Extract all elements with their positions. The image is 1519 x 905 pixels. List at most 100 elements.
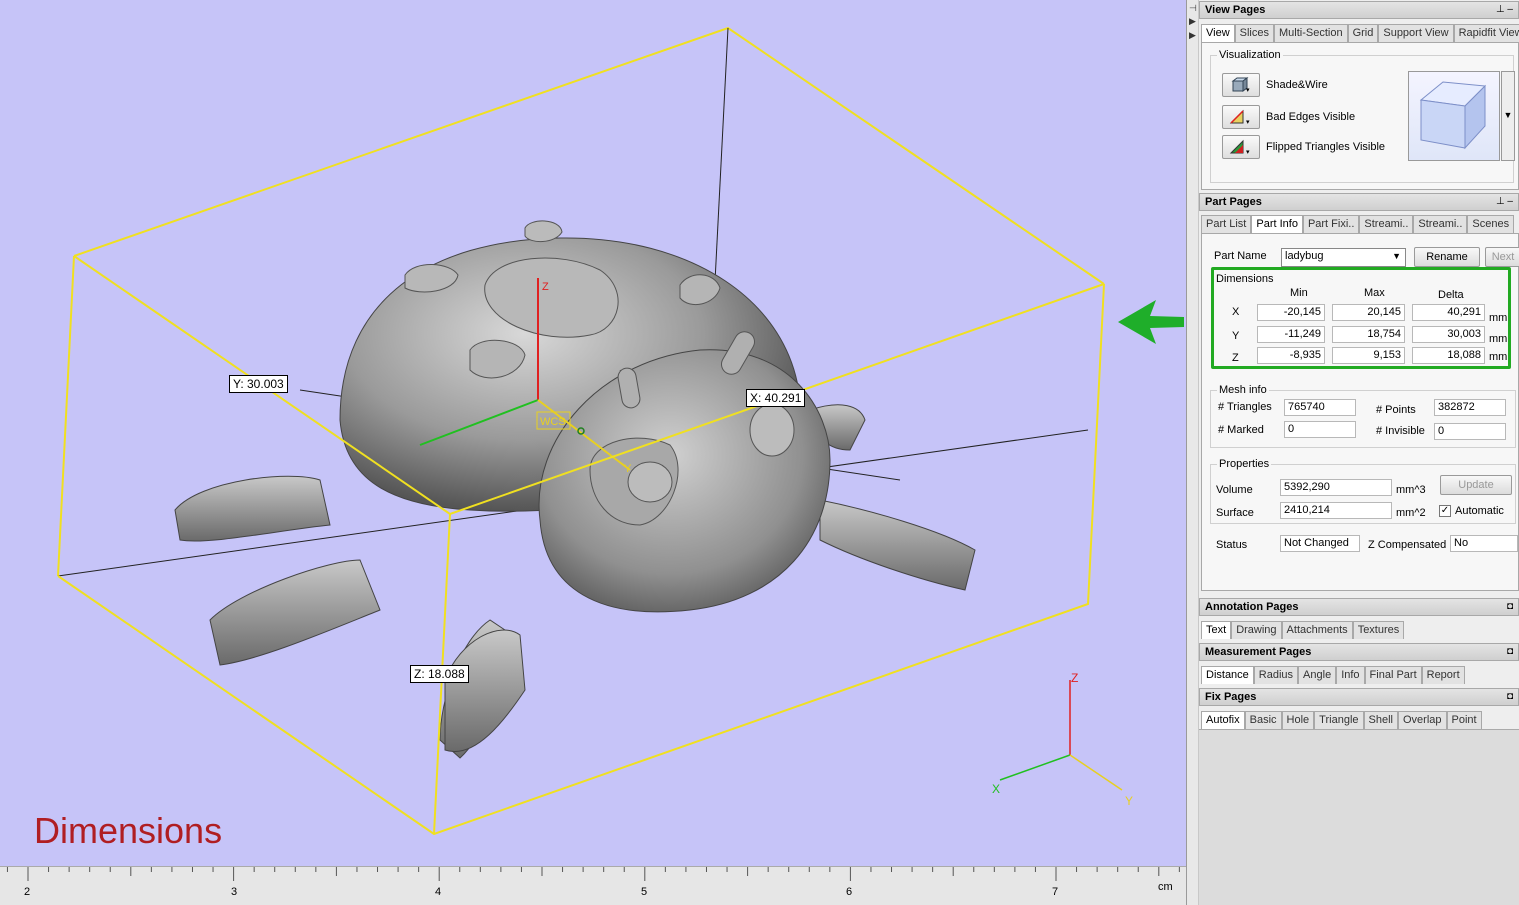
arrow-right-icon[interactable]: ▶	[1189, 16, 1196, 27]
restore-icon[interactable]: ◘	[1507, 691, 1513, 702]
view-dropdown-button[interactable]: ▼	[1501, 71, 1515, 161]
fix-pages-title: Fix Pages	[1205, 691, 1257, 703]
svg-text:Y: Y	[1125, 794, 1133, 808]
tab-part-fixing[interactable]: Part Fixi..	[1302, 215, 1360, 233]
restore-icon[interactable]: ◘	[1507, 646, 1513, 657]
tab-final-part[interactable]: Final Part	[1364, 666, 1422, 684]
pin-icon[interactable]: ⊥ –	[1496, 4, 1513, 15]
bad-edges-label: Bad Edges Visible	[1266, 111, 1356, 123]
dim-x-delta: 40,291	[1412, 304, 1485, 321]
part-name-value: ladybug	[1285, 250, 1324, 262]
part-name-select[interactable]: ladybug ▼	[1281, 248, 1406, 267]
tab-info[interactable]: Info	[1336, 666, 1365, 684]
overlay-title: Dimensions	[34, 810, 223, 851]
tab-scenes[interactable]: Scenes	[1467, 215, 1515, 233]
volume-value: 5392,290	[1280, 479, 1392, 496]
dim-z-min: -8,935	[1257, 347, 1325, 364]
view-pages-header[interactable]: View Pages ⊥ –	[1199, 1, 1519, 19]
max-header: Max	[1364, 287, 1385, 299]
3d-viewport[interactable]: Z Y WCS Z X Y Y: 30.003 X: 40.291 Z: 18.…	[0, 0, 1186, 905]
tab-slices[interactable]: Slices	[1234, 24, 1274, 42]
dim-row-axis: Z	[1232, 352, 1239, 364]
part-pages-header[interactable]: Part Pages ⊥ –	[1199, 193, 1519, 211]
fix-pages-tabs: Autofix Basic Hole Triangle Shell Overla…	[1201, 711, 1482, 729]
tab-hole[interactable]: Hole	[1281, 711, 1315, 729]
update-button[interactable]: Update	[1440, 475, 1512, 495]
points-value: 382872	[1434, 399, 1506, 416]
tab-text[interactable]: Text	[1201, 621, 1232, 639]
marked-value: 0	[1284, 421, 1356, 438]
dim-z-max: 9,153	[1332, 347, 1405, 364]
tab-streamics-2[interactable]: Streami..	[1413, 215, 1468, 233]
dim-y-delta: 30,003	[1412, 326, 1485, 343]
x-dimension-label: X: 40.291	[746, 389, 806, 407]
automatic-label: Automatic	[1455, 505, 1504, 517]
ladybug-model[interactable]	[174, 220, 976, 759]
tab-basic[interactable]: Basic	[1244, 711, 1282, 729]
tab-radius[interactable]: Radius	[1253, 666, 1299, 684]
tab-point[interactable]: Point	[1446, 711, 1482, 729]
tab-triangle[interactable]: Triangle	[1314, 711, 1364, 729]
surface-label: Surface	[1216, 507, 1254, 519]
tab-multi-section[interactable]: Multi-Section	[1274, 24, 1348, 42]
surface-value: 2410,214	[1280, 502, 1392, 519]
tab-textures[interactable]: Textures	[1352, 621, 1405, 639]
dim-row-axis: Y	[1232, 330, 1240, 342]
ruler-tick-label: 7	[1052, 886, 1059, 898]
pin-icon[interactable]: ⊣	[1189, 3, 1197, 14]
marked-label: # Marked	[1218, 424, 1264, 436]
annotation-pages-header[interactable]: Annotation Pages ◘	[1199, 598, 1519, 616]
tab-attachments[interactable]: Attachments	[1281, 621, 1353, 639]
svg-text:▾: ▾	[1246, 87, 1250, 93]
automatic-checkbox[interactable]: ✓	[1439, 505, 1451, 517]
view-cube-preview[interactable]	[1408, 71, 1500, 161]
delta-header: Delta	[1438, 289, 1464, 301]
visualization-title: Visualization	[1217, 49, 1283, 61]
tab-part-info[interactable]: Part Info	[1251, 215, 1303, 233]
ruler: 2 3 4 5 6 7 cm	[0, 866, 1186, 905]
tab-grid[interactable]: Grid	[1347, 24, 1379, 42]
mesh-info-title: Mesh info	[1217, 384, 1269, 396]
dim-x-min: -20,145	[1257, 304, 1325, 321]
arrow-icon	[1118, 300, 1184, 344]
ruler-tick-label: 2	[24, 886, 31, 898]
flipped-triangles-button[interactable]: ▾	[1222, 135, 1260, 159]
tab-view[interactable]: View	[1201, 24, 1235, 42]
tab-distance[interactable]: Distance	[1201, 666, 1254, 684]
measurement-pages-tabs: Distance Radius Angle Info Final Part Re…	[1201, 666, 1465, 684]
model-z-label: Z	[542, 281, 549, 293]
wcs-label: WCS	[540, 416, 566, 428]
tab-autofix[interactable]: Autofix	[1201, 711, 1245, 729]
restore-icon[interactable]: ◘	[1507, 601, 1513, 612]
tab-drawing[interactable]: Drawing	[1231, 621, 1282, 639]
tab-shell[interactable]: Shell	[1363, 711, 1398, 729]
scene-canvas[interactable]: Z Y WCS Z X Y	[0, 0, 1186, 866]
tab-support-view[interactable]: Support View	[1378, 24, 1454, 42]
tab-overlap[interactable]: Overlap	[1397, 711, 1447, 729]
panel-splitter[interactable]: ⊣ ▶ ▶	[1186, 0, 1199, 905]
tab-part-list[interactable]: Part List	[1201, 215, 1252, 233]
dim-y-min: -11,249	[1257, 326, 1325, 343]
next-button[interactable]: Next	[1485, 247, 1519, 267]
part-pages-title: Part Pages	[1205, 196, 1262, 208]
dim-unit: mm	[1489, 351, 1508, 363]
rename-button[interactable]: Rename	[1414, 247, 1480, 267]
ruler-unit: cm	[1158, 881, 1173, 893]
bad-edges-button[interactable]: ▾	[1222, 105, 1260, 129]
tab-streamics-1[interactable]: Streami..	[1359, 215, 1414, 233]
tab-report[interactable]: Report	[1421, 666, 1465, 684]
bad-edges-icon: ▾	[1229, 109, 1250, 125]
shade-wire-button[interactable]: ▾	[1222, 73, 1260, 97]
tab-rapidfit-view[interactable]: Rapidfit View	[1453, 24, 1519, 42]
view-pages-tabs: View Slices Multi-Section Grid Support V…	[1201, 24, 1519, 42]
side-panel: View Pages ⊥ – View Slices Multi-Section…	[1199, 0, 1519, 905]
pin-icon[interactable]: ⊥ –	[1496, 196, 1513, 207]
fix-pages-header[interactable]: Fix Pages ◘	[1199, 688, 1519, 706]
dim-unit: mm	[1489, 312, 1508, 324]
shade-wire-label: Shade&Wire	[1266, 79, 1328, 91]
measurement-pages-title: Measurement Pages	[1205, 646, 1312, 658]
measurement-pages-header[interactable]: Measurement Pages ◘	[1199, 643, 1519, 661]
arrow-right-icon[interactable]: ▶	[1189, 30, 1196, 41]
tab-angle[interactable]: Angle	[1298, 666, 1337, 684]
annotation-pages-tabs: Text Drawing Attachments Textures	[1201, 621, 1405, 639]
